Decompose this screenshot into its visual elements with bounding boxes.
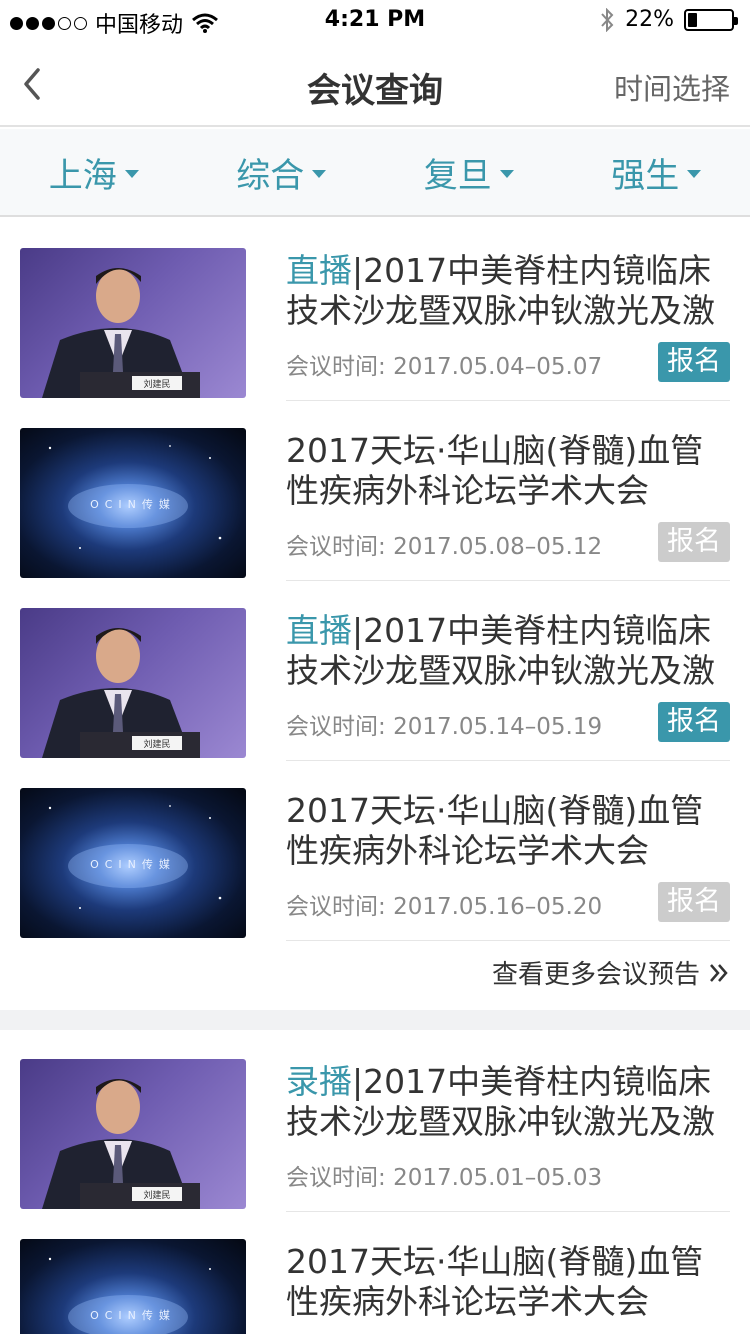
filter-host[interactable]: 复旦 (375, 129, 563, 215)
bluetooth-icon (601, 7, 614, 32)
meeting-info: 直播|2017中美脊柱内镜临床技术沙龙暨双脉冲钬激光及激 会议时间: 2017.… (286, 251, 730, 401)
meeting-info: 录播|2017中美脊柱内镜临床技术沙龙暨双脉冲钬激光及激 会议时间: 2017.… (286, 1062, 730, 1212)
time-label: 会议时间: (286, 714, 386, 740)
time-value: 2017.05.08–05.12 (393, 534, 603, 560)
time-value: 2017.05.01–05.03 (393, 1165, 603, 1191)
meeting-thumbnail: 刘建民 (20, 1059, 246, 1209)
more-meetings-label: 查看更多会议预告 (491, 960, 700, 990)
watermark-text: OCIN传媒 (90, 1309, 176, 1322)
meeting-info: 2017天坛·华山脑(脊髓)血管性疾病外科论坛学术大会 会议时间: 2017.0… (286, 791, 730, 941)
space-image: OCIN传媒 (48, 1257, 211, 1334)
meeting-time: 会议时间: 2017.05.08–05.12 (286, 527, 602, 561)
filter-bar: 上海 综合 复旦 强生 (0, 129, 750, 217)
time-label: 会议时间: (286, 1165, 386, 1191)
filter-label: 复旦 (423, 155, 492, 196)
time-select-button[interactable]: 时间选择 (614, 66, 730, 108)
meeting-thumbnail: OCIN传媒 (20, 428, 246, 578)
caret-down-icon (124, 170, 139, 178)
speaker-image: 刘建民 (42, 628, 200, 758)
filter-category[interactable]: 综合 (188, 129, 376, 215)
time-label: 会议时间: (286, 894, 386, 920)
caret-down-icon (499, 170, 514, 178)
filter-label: 上海 (48, 155, 117, 196)
battery-percent: 22% (625, 7, 674, 32)
meeting-item[interactable]: OCIN传媒 2017天坛·华山脑(脊髓)血管性疾病外科论坛学术大会 会议时间:… (0, 399, 750, 581)
meeting-info: 2017天坛·华山脑(脊髓)血管性疾病外科论坛学术大会 (286, 1242, 730, 1334)
signup-button[interactable]: 报名 (658, 342, 730, 382)
live-tag: 直播 (286, 611, 352, 650)
filter-city[interactable]: 上海 (0, 129, 188, 215)
time-value: 2017.05.16–05.20 (393, 894, 603, 920)
status-bar: 中国移动 4:21 PM 22% (0, 0, 750, 40)
time-label: 会议时间: (286, 354, 386, 380)
replay-tag: 录播 (286, 1062, 352, 1101)
caret-down-icon (687, 170, 702, 178)
speaker-image: 刘建民 (42, 1079, 200, 1209)
live-tag: 直播 (286, 251, 352, 290)
meeting-item[interactable]: 刘建民 直播|2017中美脊柱内镜临床技术沙龙暨双脉冲钬激光及激 会议时间: 2… (0, 219, 750, 401)
battery-icon (684, 8, 738, 31)
meeting-title: 直播|2017中美脊柱内镜临床技术沙龙暨双脉冲钬激光及激 (286, 251, 730, 331)
nameplate-text: 刘建民 (143, 378, 170, 390)
meeting-info: 2017天坛·华山脑(脊髓)血管性疾病外科论坛学术大会 会议时间: 2017.0… (286, 431, 730, 581)
meeting-info: 直播|2017中美脊柱内镜临床技术沙龙暨双脉冲钬激光及激 会议时间: 2017.… (286, 611, 730, 761)
nav-bar: 会议查询 时间选择 (0, 40, 750, 127)
meeting-item[interactable]: 刘建民 直播|2017中美脊柱内镜临床技术沙龙暨双脉冲钬激光及激 会议时间: 2… (0, 579, 750, 761)
caret-down-icon (312, 170, 327, 178)
signup-button[interactable]: 报名 (658, 522, 730, 562)
meeting-thumbnail: OCIN传媒 (20, 1239, 246, 1334)
meeting-title-text: 2017天坛·华山脑(脊髓)血管性疾病外科论坛学术大会 (286, 1242, 704, 1321)
meeting-title: 2017天坛·华山脑(脊髓)血管性疾病外科论坛学术大会 (286, 431, 730, 511)
watermark-text: OCIN传媒 (90, 858, 176, 871)
meeting-item[interactable]: OCIN传媒 2017天坛·华山脑(脊髓)血管性疾病外科论坛学术大会 (0, 1210, 750, 1334)
meeting-title: 直播|2017中美脊柱内镜临床技术沙龙暨双脉冲钬激光及激 (286, 611, 730, 691)
meeting-title: 2017天坛·华山脑(脊髓)血管性疾病外科论坛学术大会 (286, 791, 730, 871)
nameplate-text: 刘建民 (143, 738, 170, 750)
upcoming-meetings-section: 刘建民 直播|2017中美脊柱内镜临床技术沙龙暨双脉冲钬激光及激 会议时间: 2… (0, 219, 750, 1010)
meeting-thumbnail: 刘建民 (20, 248, 246, 398)
space-image: OCIN传媒 (48, 445, 222, 549)
meeting-title-text: 2017天坛·华山脑(脊髓)血管性疾病外科论坛学术大会 (286, 791, 704, 870)
meeting-title: 2017天坛·华山脑(脊髓)血管性疾病外科论坛学术大会 (286, 1242, 730, 1322)
nameplate-text: 刘建民 (143, 1189, 170, 1201)
time-value: 2017.05.14–05.19 (393, 714, 603, 740)
meeting-time: 会议时间: 2017.05.14–05.19 (286, 707, 602, 741)
time-label: 会议时间: (286, 534, 386, 560)
speaker-image: 刘建民 (42, 268, 200, 398)
meeting-title: 录播|2017中美脊柱内镜临床技术沙龙暨双脉冲钬激光及激 (286, 1062, 730, 1142)
filter-label: 综合 (236, 155, 305, 196)
meeting-thumbnail: 刘建民 (20, 608, 246, 758)
meeting-time: 会议时间: 2017.05.01–05.03 (286, 1158, 602, 1192)
space-image: OCIN传媒 (48, 805, 222, 909)
filter-label: 强生 (611, 155, 680, 196)
double-chevron-right-icon (710, 963, 728, 982)
meeting-thumbnail: OCIN传媒 (20, 788, 246, 938)
status-right: 22% (599, 7, 738, 32)
signup-button[interactable]: 报名 (658, 702, 730, 742)
time-value: 2017.05.04–05.07 (393, 354, 603, 380)
meeting-time: 会议时间: 2017.05.04–05.07 (286, 347, 602, 381)
meeting-title-text: 2017天坛·华山脑(脊髓)血管性疾病外科论坛学术大会 (286, 431, 704, 510)
signup-button[interactable]: 报名 (658, 882, 730, 922)
more-meetings-link[interactable]: 查看更多会议预告 (492, 954, 730, 991)
section-divider (0, 1010, 750, 1030)
filter-sponsor[interactable]: 强生 (563, 129, 750, 215)
meeting-item[interactable]: 刘建民 录播|2017中美脊柱内镜临床技术沙龙暨双脉冲钬激光及激 会议时间: 2… (0, 1030, 750, 1212)
watermark-text: OCIN传媒 (90, 498, 176, 511)
recorded-meetings-section: 刘建民 录播|2017中美脊柱内镜临床技术沙龙暨双脉冲钬激光及激 会议时间: 2… (0, 1030, 750, 1334)
meeting-time: 会议时间: 2017.05.16–05.20 (286, 887, 602, 921)
meeting-item[interactable]: OCIN传媒 2017天坛·华山脑(脊髓)血管性疾病外科论坛学术大会 会议时间:… (0, 759, 750, 941)
